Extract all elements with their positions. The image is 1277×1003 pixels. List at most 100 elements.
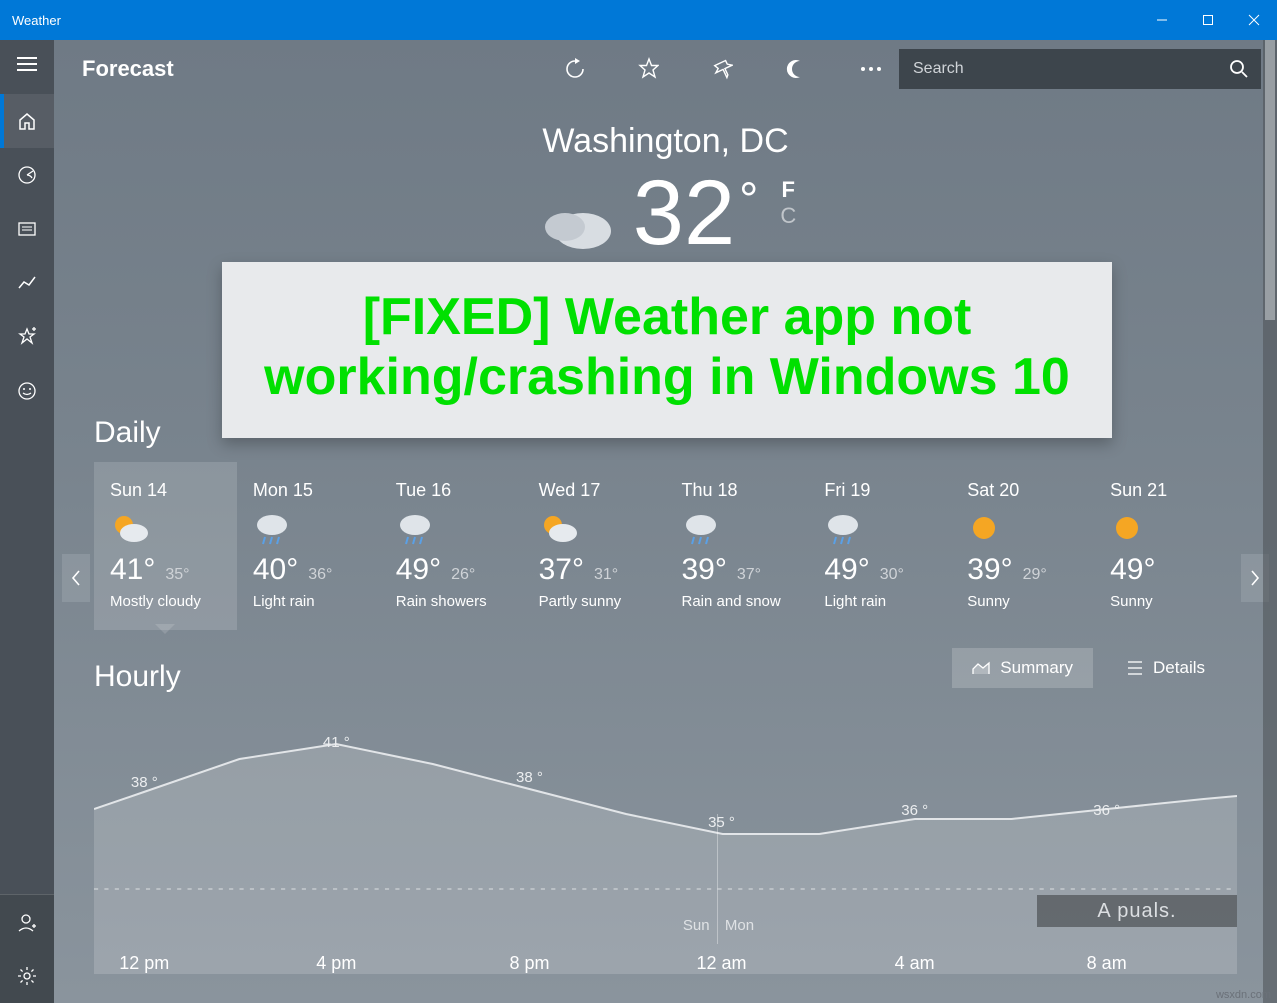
more-button[interactable]: [859, 58, 881, 80]
day-weather-icon: [967, 511, 1078, 545]
current-temperature: 32: [633, 167, 735, 259]
daily-forecast: Sun 1441°35°Mostly cloudyMon 1540°36°Lig…: [54, 462, 1277, 630]
day-name: Thu 18: [682, 480, 793, 501]
current-weather-icon: [535, 197, 615, 258]
daily-prev-button[interactable]: [62, 554, 90, 602]
day-low: 30°: [880, 566, 904, 584]
sidebar-item-settings[interactable]: [0, 949, 54, 1003]
cloud-icon: [535, 197, 615, 253]
hourly-temp-label: 41 °: [323, 734, 350, 751]
hourly-temp-label: 38 °: [131, 774, 158, 791]
divider-label-left: Sun: [683, 917, 710, 934]
day-card[interactable]: Mon 1540°36°Light rain: [237, 462, 380, 630]
day-high: 49°: [396, 553, 441, 587]
hamburger-button[interactable]: [0, 40, 54, 94]
hourly-chart-svg: [94, 714, 1237, 974]
smiley-icon: [17, 381, 37, 401]
vertical-scrollbar[interactable]: [1263, 40, 1277, 1003]
summary-label: Summary: [1000, 658, 1073, 678]
account-icon: [17, 912, 37, 932]
location-name: Washington, DC: [54, 122, 1277, 161]
hourly-time-label: 12 am: [696, 953, 746, 974]
sidebar-item-account[interactable]: [0, 895, 54, 949]
overlay-banner: [FIXED] Weather app not working/crashing…: [222, 262, 1112, 438]
close-button[interactable]: [1231, 0, 1277, 40]
day-weather-icon: [396, 511, 507, 545]
scrollbar-thumb[interactable]: [1265, 40, 1275, 320]
sidebar-item-forecast[interactable]: [0, 94, 54, 148]
sidebar-item-favorites[interactable]: [0, 310, 54, 364]
day-name: Sun 21: [1110, 480, 1221, 501]
maximize-button[interactable]: [1185, 0, 1231, 40]
day-low: 29°: [1023, 566, 1047, 584]
search-button[interactable]: [1225, 55, 1253, 83]
day-weather-icon: [110, 511, 221, 545]
hourly-header: Hourly Summary Details: [54, 630, 1277, 706]
day-weather-icon: [1110, 511, 1221, 545]
pin-icon: [711, 58, 733, 80]
day-high: 49°: [1110, 553, 1155, 587]
day-low: 36°: [308, 566, 332, 584]
refresh-icon: [563, 57, 585, 81]
chevron-right-icon: [1250, 570, 1260, 586]
day-name: Tue 16: [396, 480, 507, 501]
degree-symbol: °: [739, 173, 758, 228]
gear-icon: [17, 966, 37, 986]
theme-button[interactable]: [785, 58, 807, 80]
unit-fahrenheit[interactable]: F: [780, 177, 796, 203]
hourly-time-label: 12 pm: [119, 953, 169, 974]
day-name: Sat 20: [967, 480, 1078, 501]
hourly-summary-button[interactable]: Summary: [952, 648, 1093, 688]
sidebar-item-feedback[interactable]: [0, 364, 54, 418]
day-high: 39°: [967, 553, 1012, 587]
hourly-time-label: 8 am: [1087, 953, 1127, 974]
search-box[interactable]: [899, 49, 1261, 89]
star-icon: [637, 57, 659, 81]
day-card[interactable]: Sat 2039°29°Sunny: [951, 462, 1094, 630]
sidebar-item-news[interactable]: [0, 202, 54, 256]
day-card[interactable]: Sun 1441°35°Mostly cloudy: [94, 462, 237, 630]
moon-icon: [785, 58, 807, 80]
day-high: 39°: [682, 553, 727, 587]
news-icon: [17, 219, 37, 239]
day-condition: Rain and snow: [682, 593, 793, 610]
sidebar-item-historical[interactable]: [0, 256, 54, 310]
day-name: Wed 17: [539, 480, 650, 501]
appuals-watermark: A puals.: [1037, 895, 1237, 927]
day-name: Sun 14: [110, 480, 221, 501]
sidebar-item-maps[interactable]: [0, 148, 54, 202]
day-card[interactable]: Tue 1649°26°Rain showers: [380, 462, 523, 630]
search-input[interactable]: [913, 60, 1225, 78]
day-high: 40°: [253, 553, 298, 587]
day-card[interactable]: Wed 1737°31°Partly sunny: [523, 462, 666, 630]
unit-celsius[interactable]: C: [780, 203, 796, 229]
hourly-temp-label: 36 °: [1093, 802, 1120, 819]
day-card[interactable]: Fri 1949°30°Light rain: [808, 462, 951, 630]
titlebar-controls: [1139, 0, 1277, 40]
refresh-button[interactable]: [563, 58, 585, 80]
favorite-button[interactable]: [637, 58, 659, 80]
page-title: Forecast: [82, 56, 563, 82]
day-high: 37°: [539, 553, 584, 587]
home-icon: [17, 111, 37, 131]
minimize-icon: [1156, 14, 1168, 26]
hourly-title: Hourly: [94, 660, 952, 694]
day-low: 26°: [451, 566, 475, 584]
main-header: Forecast: [54, 40, 1277, 98]
hourly-details-button[interactable]: Details: [1107, 648, 1225, 688]
pin-button[interactable]: [711, 58, 733, 80]
day-low: 35°: [165, 566, 189, 584]
day-high: 49°: [824, 553, 869, 587]
search-icon: [1229, 59, 1249, 79]
hourly-temp-label: 35 °: [708, 814, 735, 831]
ellipsis-icon: [859, 66, 881, 72]
day-card[interactable]: Thu 1839°37°Rain and snow: [666, 462, 809, 630]
day-condition: Light rain: [824, 593, 935, 610]
hourly-temp-label: 38 °: [516, 769, 543, 786]
day-condition: Mostly cloudy: [110, 593, 221, 610]
minimize-button[interactable]: [1139, 0, 1185, 40]
day-condition: Partly sunny: [539, 593, 650, 610]
day-card[interactable]: Sun 21 49° Sunny: [1094, 462, 1237, 630]
hourly-chart: 38 °41 °38 °35 °36 °36 °12 pm4 pm8 pm12 …: [94, 714, 1237, 974]
day-condition: Sunny: [1110, 593, 1221, 610]
